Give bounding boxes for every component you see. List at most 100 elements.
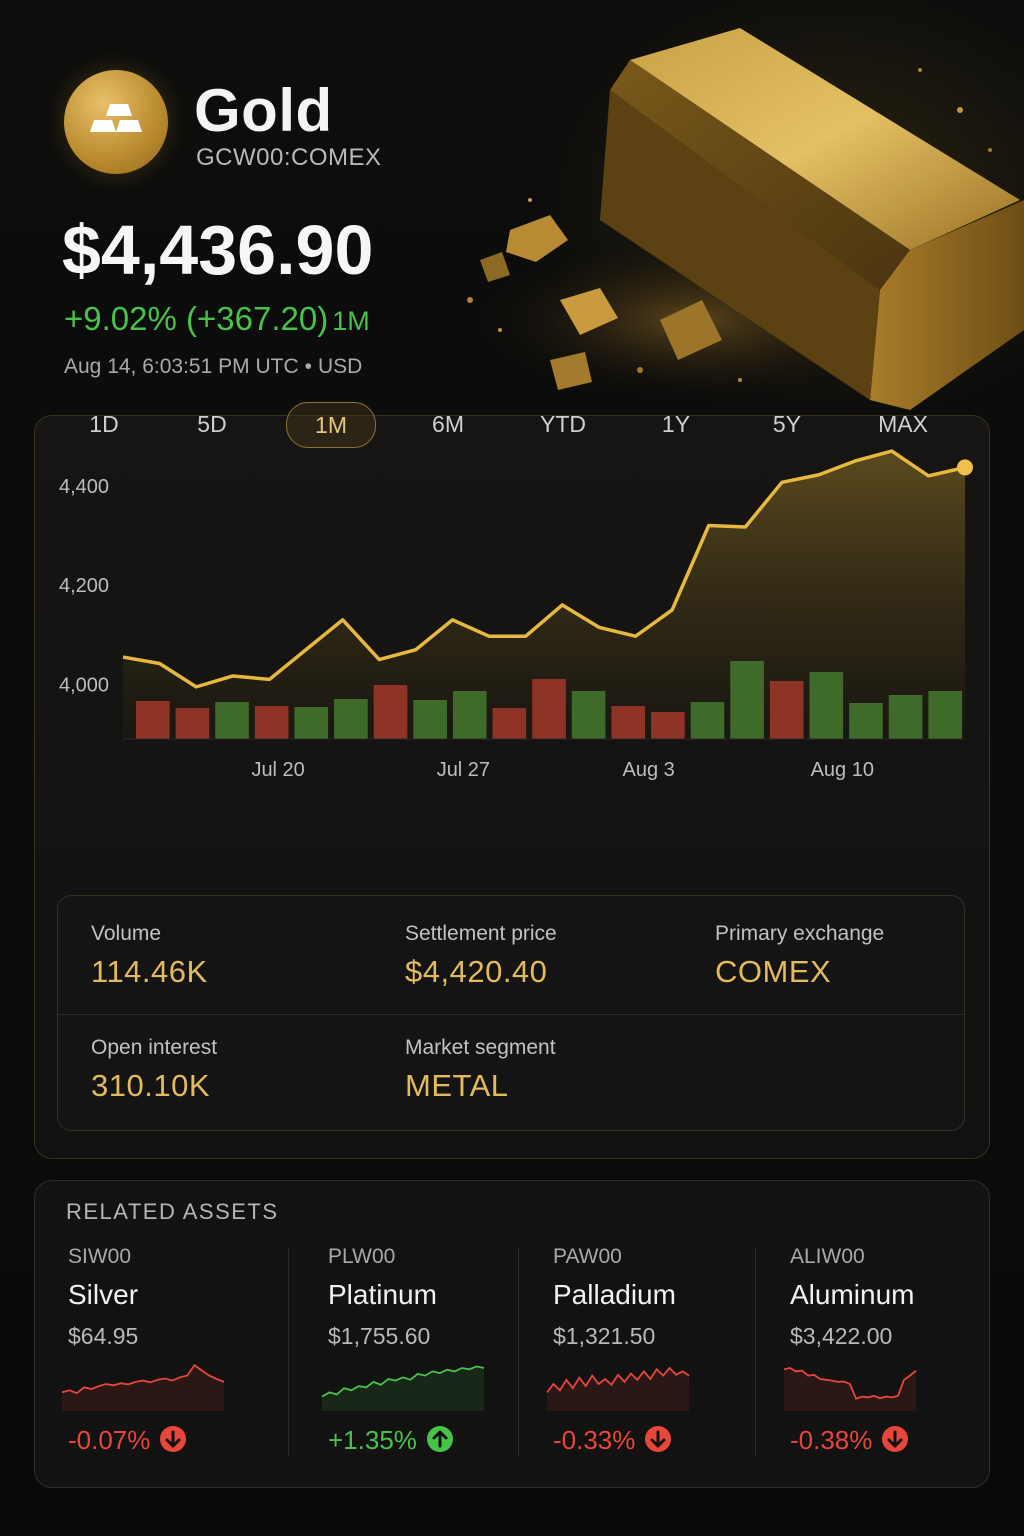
stat-label: Market segment bbox=[405, 1036, 556, 1059]
column-divider bbox=[288, 1247, 289, 1457]
volume-bar bbox=[769, 681, 804, 739]
volume-bar bbox=[136, 701, 170, 739]
volume-bar bbox=[492, 708, 527, 739]
sparkline-chart bbox=[546, 1366, 690, 1411]
asset-price: $4,436.90 bbox=[62, 211, 374, 289]
volume-bar bbox=[175, 708, 210, 739]
volume-bar bbox=[254, 706, 289, 739]
asset-change: -0.33% bbox=[553, 1425, 672, 1456]
range-tab-ytd[interactable]: YTD bbox=[512, 402, 614, 446]
gold-bar-image bbox=[450, 28, 1024, 410]
volume-bar bbox=[413, 700, 447, 739]
asset-name: Silver bbox=[68, 1279, 139, 1310]
sparkline-chart bbox=[61, 1363, 225, 1411]
stat-volume: Volume 114.46K bbox=[91, 922, 208, 990]
volume-bar bbox=[611, 706, 646, 739]
asset-symbol: PAW00 bbox=[553, 1245, 622, 1268]
down-arrow-icon bbox=[160, 1426, 187, 1452]
stat-label: Settlement price bbox=[405, 922, 557, 945]
volume-bar bbox=[888, 695, 923, 739]
volume-bar bbox=[532, 679, 566, 739]
asset-name: Gold bbox=[194, 77, 333, 144]
stat-label: Volume bbox=[91, 922, 162, 945]
asset-symbol: SIW00 bbox=[68, 1245, 132, 1268]
down-arrow-icon bbox=[645, 1426, 672, 1452]
asset-ticker: GCW00:COMEX bbox=[196, 144, 382, 171]
stat-value: 310.10K bbox=[91, 1068, 210, 1103]
stat-settlement-price: Settlement price $4,420.40 bbox=[405, 922, 557, 990]
volume-bar bbox=[849, 703, 883, 739]
volume-bar bbox=[571, 691, 606, 739]
y-axis-tick-label: 4,400 bbox=[59, 476, 109, 498]
currency-label: USD bbox=[317, 355, 363, 378]
y-axis-tick-label: 4,200 bbox=[59, 575, 109, 597]
volume-bar bbox=[334, 699, 368, 739]
range-tab-1m[interactable]: 1M bbox=[286, 402, 376, 448]
range-tab-6m[interactable]: 6M bbox=[404, 402, 492, 446]
sparkline-chart bbox=[321, 1365, 485, 1411]
volume-bar bbox=[651, 712, 685, 739]
x-axis-tick-label: Jul 20 bbox=[251, 759, 304, 781]
asset-change: -0.38% bbox=[790, 1425, 909, 1456]
range-tab-5y[interactable]: 5Y bbox=[745, 402, 829, 446]
volume-bar bbox=[690, 702, 725, 739]
related-assets-title: RELATED ASSETS bbox=[66, 1199, 279, 1224]
y-axis-tick-label: 4,000 bbox=[59, 674, 109, 696]
related-asset-platinum[interactable]: PLW00 Platinum $1,755.60 +1.35% bbox=[321, 1245, 485, 1455]
range-tab-max[interactable]: MAX bbox=[850, 402, 956, 446]
range-tab-1y[interactable]: 1Y bbox=[634, 402, 718, 446]
asset-name: Palladium bbox=[553, 1279, 676, 1310]
price-change-value: +9.02% (+367.20) bbox=[64, 300, 329, 337]
stat-value: 114.46K bbox=[91, 954, 208, 989]
volume-bar bbox=[215, 702, 249, 739]
volume-bar bbox=[294, 707, 329, 739]
asset-symbol: PLW00 bbox=[328, 1245, 396, 1268]
separator-dot: • bbox=[304, 355, 312, 378]
down-arrow-icon bbox=[882, 1426, 909, 1452]
stat-value: METAL bbox=[405, 1068, 509, 1103]
asset-change-value: -0.07% bbox=[68, 1425, 151, 1455]
asset-price: $1,321.50 bbox=[553, 1323, 656, 1349]
asset-name: Aluminum bbox=[790, 1279, 915, 1310]
sparkline-chart bbox=[783, 1367, 917, 1411]
related-asset-silver[interactable]: SIW00 Silver $64.95 -0.07% bbox=[61, 1245, 225, 1455]
time-range-selector: 1D 5D 1M 6M YTD 1Y 5Y MAX bbox=[34, 400, 988, 460]
x-axis-tick-label: Aug 10 bbox=[811, 759, 874, 781]
asset-price: $64.95 bbox=[68, 1323, 139, 1349]
price-change-period: 1M bbox=[332, 306, 370, 336]
sparkline-area bbox=[784, 1368, 916, 1411]
x-axis-tick-label: Jul 27 bbox=[437, 759, 490, 781]
asset-symbol: ALIW00 bbox=[790, 1245, 865, 1268]
volume-bar bbox=[730, 661, 764, 739]
stat-value: COMEX bbox=[715, 954, 832, 989]
gold-bars-icon bbox=[64, 70, 168, 174]
stat-market-segment: Market segment METAL bbox=[405, 1036, 556, 1104]
price-timestamp: Aug 14, 6:03:51 PM UTC • USD bbox=[64, 355, 362, 379]
volume-bar bbox=[373, 685, 408, 739]
volume-bar bbox=[928, 691, 962, 739]
related-asset-aluminum[interactable]: ALIW00 Aluminum $3,422.00 -0.38% bbox=[783, 1245, 917, 1455]
timestamp-text: Aug 14, 6:03:51 PM UTC bbox=[64, 355, 299, 378]
stat-value: $4,420.40 bbox=[405, 954, 548, 989]
price-change: +9.02% (+367.20) 1M bbox=[64, 300, 370, 338]
stat-open-interest: Open interest 310.10K bbox=[91, 1036, 217, 1104]
stat-label: Primary exchange bbox=[715, 922, 885, 945]
price-chart[interactable]: 4,400 4,200 4,000 Jul 20 Jul 27 Aug 3 Aug 10 bbox=[35, 416, 989, 796]
range-tab-5d[interactable]: 5D bbox=[169, 402, 254, 446]
volume-bar bbox=[809, 672, 844, 739]
asset-change: -0.07% bbox=[68, 1425, 187, 1456]
column-divider bbox=[755, 1247, 756, 1457]
related-asset-palladium[interactable]: PAW00 Palladium $1,321.50 -0.33% bbox=[546, 1245, 690, 1455]
asset-change-value: +1.35% bbox=[328, 1425, 417, 1455]
asset-change: +1.35% bbox=[328, 1425, 453, 1456]
stat-primary-exchange: Primary exchange COMEX bbox=[715, 922, 884, 990]
volume-bar bbox=[452, 691, 487, 739]
asset-price: $1,755.60 bbox=[328, 1323, 431, 1349]
asset-price: $3,422.00 bbox=[790, 1323, 893, 1349]
column-divider bbox=[518, 1247, 519, 1457]
stat-label: Open interest bbox=[91, 1036, 218, 1059]
stats-divider bbox=[58, 1014, 964, 1015]
range-tab-1d[interactable]: 1D bbox=[61, 402, 146, 446]
asset-change-value: -0.33% bbox=[553, 1425, 636, 1455]
asset-change-value: -0.38% bbox=[790, 1425, 873, 1455]
